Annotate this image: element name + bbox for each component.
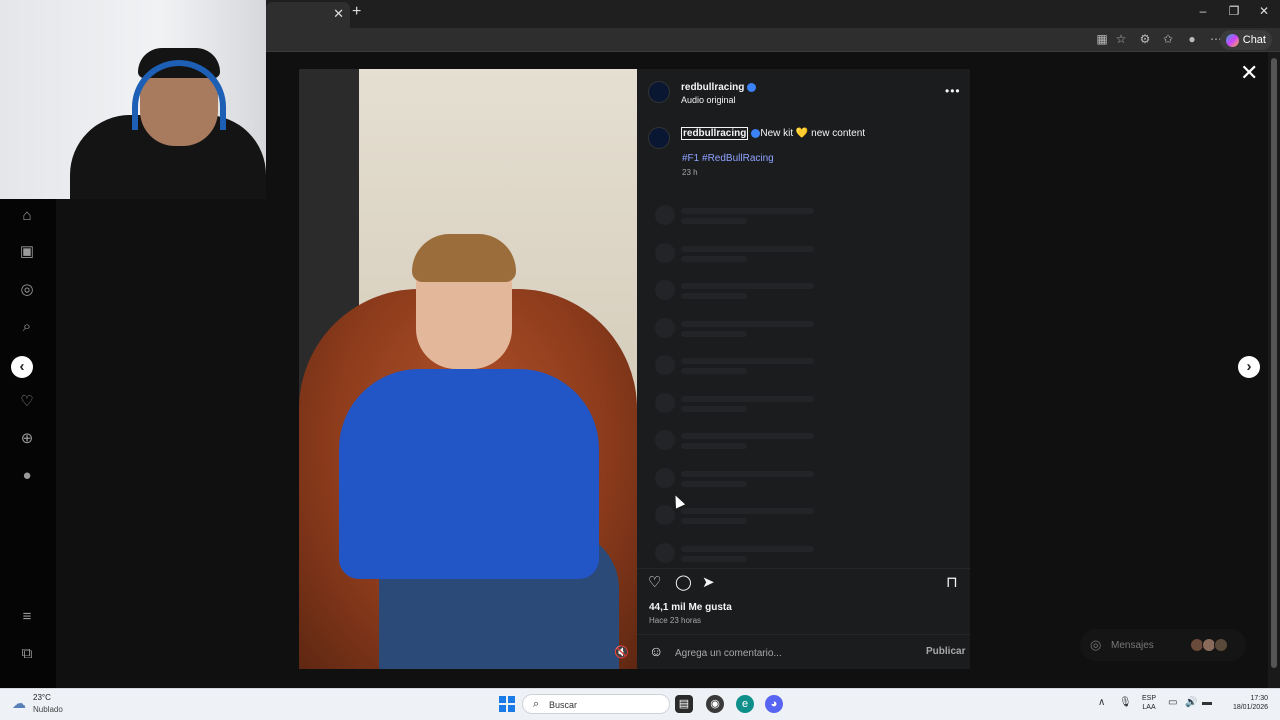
verified-badge-icon — [747, 82, 757, 92]
profile-icon[interactable]: ● — [1184, 32, 1200, 46]
messenger-icon: ◎ — [1090, 637, 1102, 652]
like-heart-icon[interactable]: ♡ — [648, 573, 661, 591]
scrollbar-thumb[interactable] — [1271, 58, 1277, 668]
caption-text: New kit 💛 new content — [760, 128, 866, 139]
tab-close-icon[interactable]: ✕ — [333, 6, 344, 22]
messages-label: Mensajes — [1111, 640, 1154, 651]
windows-start-icon[interactable] — [499, 696, 515, 712]
caption: redbullracing New kit 💛 new content — [681, 127, 866, 140]
more-options-icon[interactable]: ••• — [945, 84, 961, 98]
search-icon: ⌕ — [533, 698, 540, 710]
webcam-overlay — [0, 0, 266, 199]
copilot-icon — [1225, 33, 1239, 47]
cloud-icon[interactable]: ☁ — [12, 695, 26, 712]
publish-button[interactable]: Publicar — [926, 646, 965, 657]
language-indicator[interactable]: ESP LAA — [1142, 694, 1156, 712]
copilot-chat-button[interactable]: Chat — [1219, 30, 1272, 50]
video-hair — [412, 234, 516, 282]
mute-icon[interactable]: 🔇 — [614, 645, 629, 659]
caption-username[interactable]: redbullracing — [681, 127, 749, 140]
post-video[interactable] — [299, 69, 637, 669]
taskbar-search[interactable]: ⌕ Buscar — [522, 694, 670, 714]
new-tab-button[interactable]: + — [352, 3, 361, 21]
message-avatar — [1214, 638, 1228, 652]
share-icon[interactable]: ➤ — [702, 573, 715, 591]
notifications-heart-icon[interactable]: ♡ — [17, 392, 37, 412]
author-username[interactable]: redbullracing — [681, 82, 744, 93]
show-hidden-icons-icon[interactable]: ∧ — [1098, 697, 1105, 708]
create-icon[interactable]: ⊕ — [17, 429, 37, 449]
file-explorer-icon[interactable]: ▤ — [675, 695, 693, 713]
taskbar-clock[interactable]: 17:30 18/01/2026 — [1224, 694, 1268, 712]
favorite-star-icon[interactable]: ☆ — [1113, 32, 1129, 46]
video-team-shirt — [339, 369, 599, 579]
previous-post-button[interactable]: ‹ — [11, 356, 33, 378]
network-icon[interactable]: ▭ — [1168, 697, 1177, 708]
also-from-meta-icon[interactable]: ⧉ — [17, 644, 37, 664]
browser-tab[interactable]: ✕ — [266, 2, 350, 28]
discord-icon[interactable]: ◕ — [765, 695, 783, 713]
profile-avatar-icon[interactable]: ● — [17, 466, 37, 486]
post-author[interactable]: redbullracing — [681, 82, 757, 93]
save-bookmark-icon[interactable]: ⊓ — [946, 573, 958, 591]
favorites-icon[interactable]: ✩ — [1160, 32, 1176, 46]
battery-icon[interactable]: ▬ — [1202, 697, 1212, 708]
posted-ago: Hace 23 horas — [649, 616, 702, 625]
next-post-button[interactable]: › — [1238, 356, 1260, 378]
comment-icon[interactable]: ◯ — [675, 573, 692, 591]
extensions-icon[interactable]: ⚙ — [1137, 32, 1153, 46]
comment-input[interactable] — [675, 646, 915, 660]
likes-count[interactable]: 44,1 mil Me gusta — [649, 602, 732, 613]
caption-time: 23 h — [682, 168, 698, 177]
weather-description[interactable]: Nublado — [33, 705, 63, 714]
reels-icon[interactable]: ▣ — [17, 242, 37, 262]
weather-temperature[interactable]: 23°C — [33, 693, 51, 702]
search-label: Buscar — [549, 700, 578, 710]
apps-icon[interactable]: ▦ — [1094, 32, 1110, 46]
messages-pill[interactable]: ◎ Mensajes — [1080, 629, 1246, 661]
caption-verified-icon — [751, 128, 761, 138]
chrome-icon[interactable]: ◉ — [706, 695, 724, 713]
more-menu-icon[interactable]: ≡ — [17, 607, 37, 627]
chat-label: Chat — [1242, 34, 1266, 46]
minimize-button[interactable]: – — [1193, 4, 1213, 18]
caption-avatar[interactable] — [648, 127, 670, 149]
search-icon[interactable]: ⌕ — [17, 317, 37, 337]
page-scrollbar[interactable] — [1268, 52, 1280, 688]
messenger-icon[interactable]: ◎ — [17, 280, 37, 300]
volume-icon[interactable]: 🔊 — [1185, 697, 1197, 708]
restore-button[interactable]: ❐ — [1224, 4, 1244, 18]
window-close-button[interactable]: ✕ — [1254, 4, 1274, 18]
close-post-icon[interactable]: ✕ — [1240, 60, 1258, 86]
home-icon[interactable]: ⌂ — [17, 206, 37, 226]
microphone-icon[interactable]: 🎙 — [1119, 697, 1132, 708]
edge-icon[interactable]: e — [736, 695, 754, 713]
emoji-icon[interactable]: ☺ — [649, 643, 663, 659]
audio-label[interactable]: Audio original — [681, 95, 736, 105]
author-avatar[interactable] — [648, 81, 670, 103]
caption-hashtags[interactable]: #F1 #RedBullRacing — [682, 153, 774, 164]
